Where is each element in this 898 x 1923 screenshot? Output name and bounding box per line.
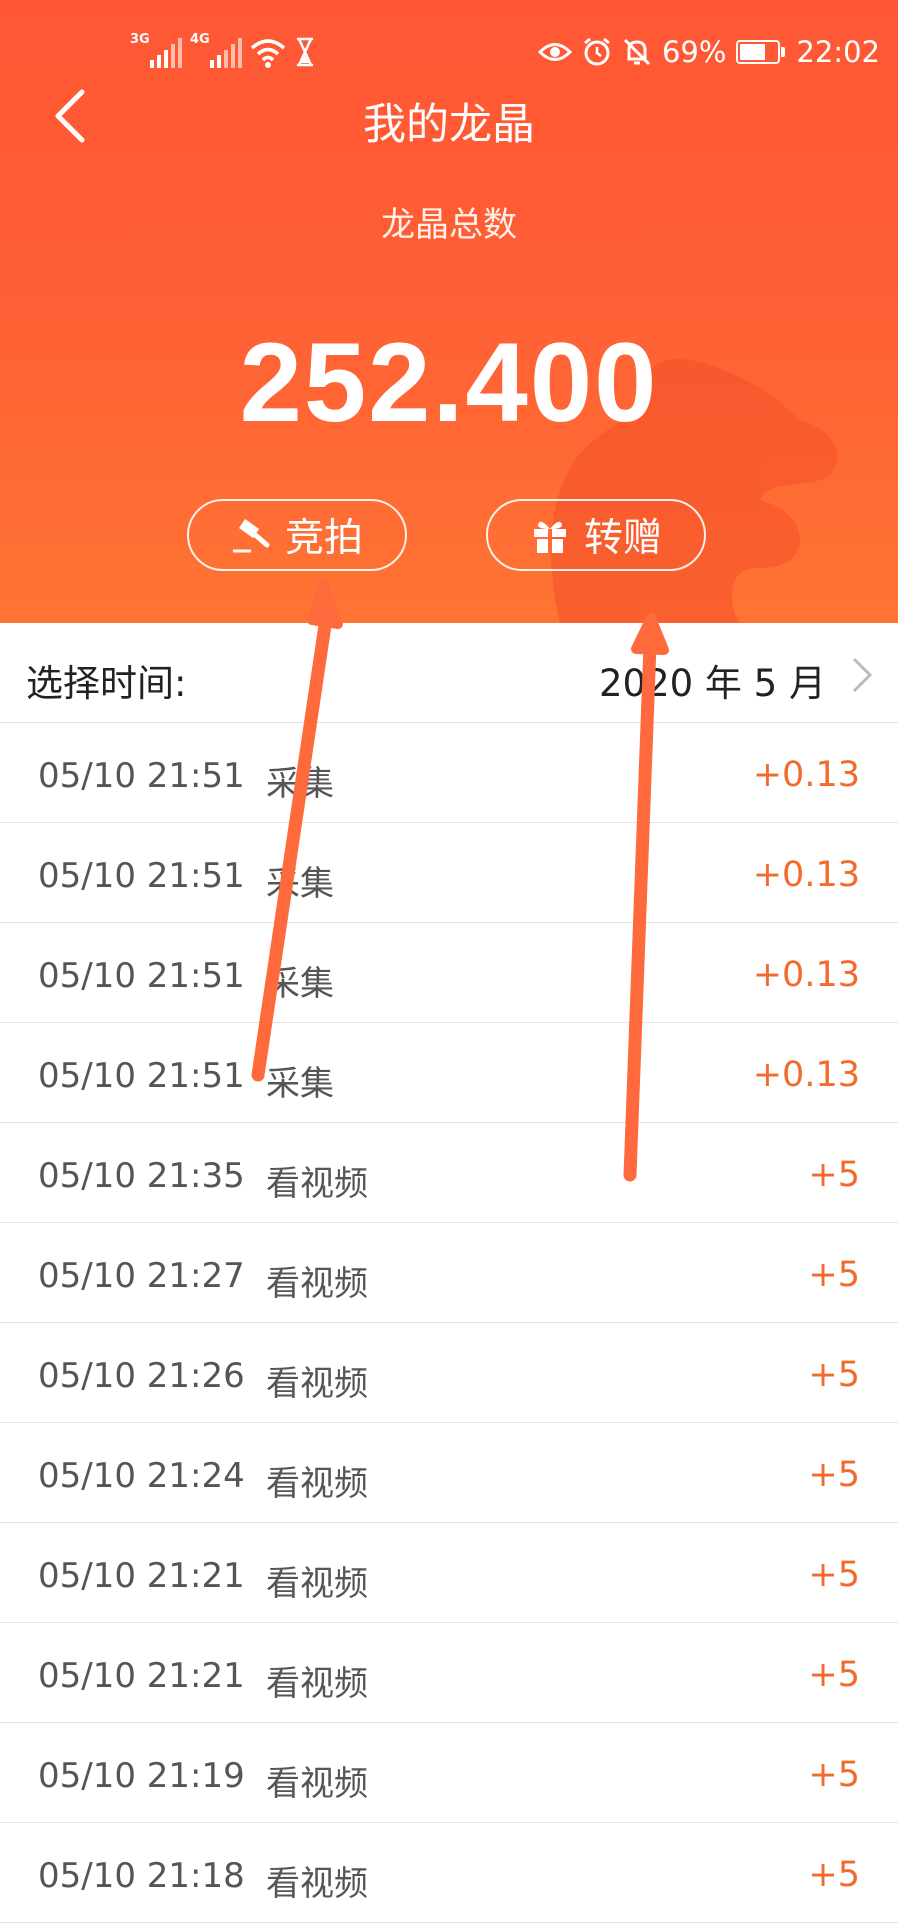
signal-4g-label: 4G (190, 32, 210, 47)
record-amount: +0.13 (752, 955, 860, 995)
battery-icon (736, 40, 786, 64)
record-amount: +0.13 (752, 755, 860, 795)
auction-button[interactable]: 竞拍 (187, 499, 407, 571)
clock: 22:02 (796, 35, 880, 69)
record-time: 05/10 21:27 (38, 1256, 245, 1296)
record-row: 05/10 21:51 采集 +0.13 (0, 923, 898, 1023)
record-row: 05/10 21:21 看视频 +5 (0, 1623, 898, 1723)
record-row: 05/10 21:51 采集 +0.13 (0, 823, 898, 923)
alarm-icon (584, 37, 610, 66)
record-row: 05/10 21:19 看视频 +5 (0, 1723, 898, 1823)
record-type: 看视频 (266, 1564, 368, 1604)
record-type: 采集 (266, 764, 334, 804)
record-type: 看视频 (266, 1164, 368, 1204)
record-amount: +5 (808, 1555, 860, 1595)
record-time: 05/10 21:26 (38, 1356, 245, 1396)
record-list: 05/10 21:51 采集 +0.13 05/10 21:51 采集 +0.13 05/1… (0, 723, 898, 1923)
record-time: 05/10 21:35 (38, 1156, 245, 1196)
record-time: 05/10 21:51 (38, 956, 245, 996)
record-row: 05/10 21:18 看视频 +5 (0, 1823, 898, 1923)
chevron-right-icon (852, 657, 873, 693)
record-type: 看视频 (266, 1764, 368, 1804)
record-row: 05/10 21:51 采集 +0.13 (0, 1023, 898, 1123)
record-amount: +0.13 (752, 1055, 860, 1095)
record-time: 05/10 21:18 (38, 1856, 245, 1896)
battery-percent: 69% (661, 35, 727, 69)
record-time: 05/10 21:19 (38, 1756, 245, 1796)
record-time: 05/10 21:51 (38, 1056, 245, 1096)
record-type: 采集 (266, 1064, 334, 1104)
record-type: 采集 (266, 864, 334, 904)
record-time: 05/10 21:24 (38, 1456, 245, 1496)
record-amount: +0.13 (752, 855, 860, 895)
record-amount: +5 (808, 1655, 860, 1695)
gift-icon (533, 521, 566, 553)
total-label: 龙晶总数 (381, 205, 517, 245)
transfer-label: 转赠 (583, 516, 662, 561)
mute-bell-icon (623, 38, 651, 66)
status-right: 69% 22:02 (537, 28, 880, 76)
record-row: 05/10 21:26 看视频 +5 (0, 1323, 898, 1423)
record-type: 看视频 (266, 1664, 368, 1704)
record-type: 看视频 (266, 1264, 368, 1304)
status-bar: 3G 4G 69% 22:02 (0, 28, 898, 76)
auction-label: 竞拍 (284, 516, 363, 561)
record-time: 05/10 21:51 (38, 856, 245, 896)
page-title: 我的龙晶 (363, 100, 535, 150)
transfer-button[interactable]: 转赠 (486, 499, 706, 571)
record-row: 05/10 21:24 看视频 +5 (0, 1423, 898, 1523)
record-type: 看视频 (266, 1864, 368, 1904)
wifi-icon (250, 39, 286, 68)
record-time: 05/10 21:51 (38, 756, 245, 796)
time-selector[interactable]: 选择时间: 2020 年 5 月 (0, 623, 898, 723)
record-row: 05/10 21:51 采集 +0.13 (0, 723, 898, 823)
record-type: 看视频 (266, 1464, 368, 1504)
time-selector-label: 选择时间: (26, 662, 187, 705)
selected-month: 2020 年 5 月 (599, 662, 826, 705)
record-amount: +5 (808, 1855, 860, 1895)
record-time: 05/10 21:21 (38, 1556, 245, 1596)
record-amount: +5 (808, 1455, 860, 1495)
header: 3G 4G 69% 22:02 我的龙晶 龙晶总数 252.400 竞拍 转赠 (0, 0, 898, 623)
total-value: 252.400 (239, 320, 659, 445)
record-row: 05/10 21:35 看视频 +5 (0, 1123, 898, 1223)
signal-group: 3G 4G (130, 32, 316, 68)
signal-3g-icon: 3G (130, 32, 182, 68)
gavel-icon (232, 519, 270, 553)
record-amount: +5 (808, 1755, 860, 1795)
signal-4g-icon: 4G (190, 32, 242, 68)
record-amount: +5 (808, 1355, 860, 1395)
signal-3g-label: 3G (130, 32, 150, 47)
record-amount: +5 (808, 1155, 860, 1195)
record-amount: +5 (808, 1255, 860, 1295)
record-type: 采集 (266, 964, 334, 1004)
record-row: 05/10 21:27 看视频 +5 (0, 1223, 898, 1323)
record-row: 05/10 21:21 看视频 +5 (0, 1523, 898, 1623)
record-time: 05/10 21:21 (38, 1656, 245, 1696)
hourglass-icon (297, 37, 313, 67)
eye-icon (537, 43, 572, 61)
record-type: 看视频 (266, 1364, 368, 1404)
